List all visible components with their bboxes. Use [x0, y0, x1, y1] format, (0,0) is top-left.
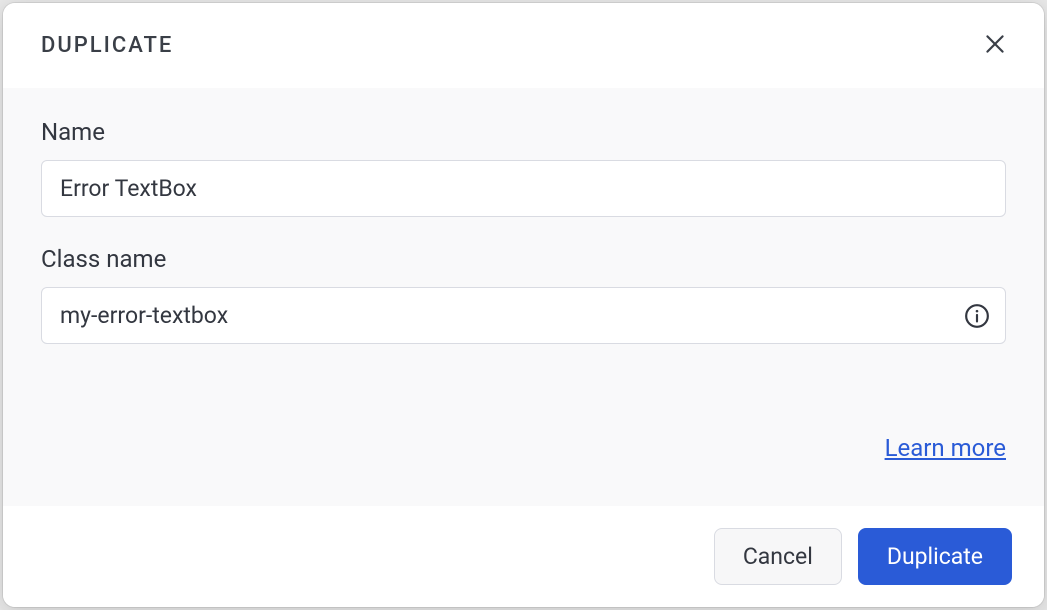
- dialog-header: DUPLICATE: [3, 3, 1044, 88]
- close-button[interactable]: [978, 27, 1012, 64]
- dialog-title: DUPLICATE: [41, 33, 173, 58]
- duplicate-button[interactable]: Duplicate: [858, 528, 1012, 585]
- name-input[interactable]: [41, 160, 1006, 217]
- learn-more-link[interactable]: Learn more: [885, 434, 1006, 462]
- cancel-button[interactable]: Cancel: [714, 528, 842, 585]
- class-name-label: Class name: [41, 245, 1006, 273]
- name-field-group: Name: [41, 118, 1006, 217]
- dialog-body: Name Class name Learn more: [3, 88, 1044, 506]
- name-label: Name: [41, 118, 1006, 146]
- dialog-footer: Cancel Duplicate: [3, 506, 1044, 607]
- name-input-wrapper: [41, 160, 1006, 217]
- duplicate-dialog: DUPLICATE Name Class name: [3, 3, 1044, 607]
- info-icon[interactable]: [964, 303, 990, 329]
- class-name-field-group: Class name: [41, 245, 1006, 344]
- body-footer: Learn more: [41, 394, 1006, 486]
- close-icon: [982, 31, 1008, 60]
- class-name-input-wrapper: [41, 287, 1006, 344]
- class-name-input[interactable]: [41, 287, 1006, 344]
